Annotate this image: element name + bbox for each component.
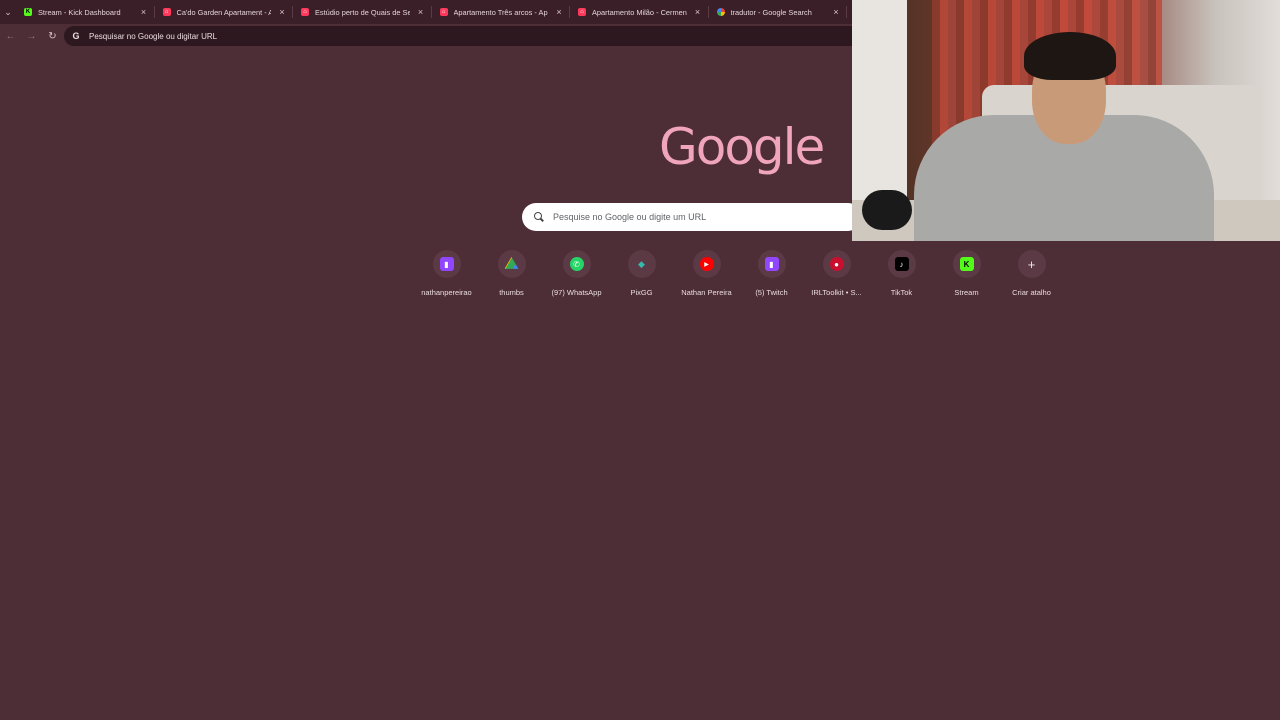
youtube-icon: ▶ bbox=[699, 257, 714, 271]
shortcut-label: Nathan Pereira bbox=[681, 288, 732, 297]
close-icon[interactable]: × bbox=[831, 7, 841, 17]
shortcut-label: TikTok bbox=[890, 288, 913, 297]
shortcut-label: nathanpereirao bbox=[421, 288, 472, 297]
shortcut-label: PixGG bbox=[630, 288, 653, 297]
shortcut-icon-holder: ✆ bbox=[562, 250, 591, 278]
shortcut-twitch[interactable]: ▮ (5) Twitch bbox=[739, 250, 804, 305]
kick-icon: K bbox=[24, 8, 32, 16]
shortcut-label: Criar atalho bbox=[1012, 288, 1051, 297]
close-icon[interactable]: × bbox=[416, 7, 426, 17]
tab-title: Stream - Kick Dashboard bbox=[38, 7, 121, 17]
shortcut-label: (97) WhatsApp bbox=[551, 288, 602, 297]
webcam-overlay bbox=[852, 0, 1280, 241]
kick-icon: K bbox=[959, 257, 974, 271]
tab-title: Apartamento Milão - Cermenat bbox=[592, 7, 687, 17]
shortcut-label: thumbs bbox=[499, 288, 524, 297]
shortcut-nathanpereirao[interactable]: ▮ nathanpereirao bbox=[414, 250, 479, 305]
microphone-icon bbox=[862, 190, 912, 230]
shortcut-nathan-pereira[interactable]: ▶ Nathan Pereira bbox=[674, 250, 739, 305]
shortcut-thumbs[interactable]: thumbs bbox=[479, 250, 544, 305]
shortcut-whatsapp[interactable]: ✆ (97) WhatsApp bbox=[544, 250, 609, 305]
shortcut-label: (5) Twitch bbox=[755, 288, 788, 297]
tab-kick-dashboard[interactable]: K Stream - Kick Dashboard × bbox=[16, 0, 155, 24]
shortcut-stream[interactable]: K Stream bbox=[934, 250, 999, 305]
shortcut-icon-holder: ♪ bbox=[887, 250, 916, 278]
pixgg-icon: ◆ bbox=[638, 258, 645, 269]
shortcut-icon-holder: K bbox=[952, 250, 981, 278]
shortcut-icon-holder: ▶ bbox=[692, 250, 721, 278]
shortcut-icon-holder: + bbox=[1017, 250, 1046, 278]
shortcut-icon-holder: ◆ bbox=[627, 250, 656, 278]
whatsapp-icon: ✆ bbox=[569, 257, 584, 271]
shortcut-irltoolkit[interactable]: ● IRLToolkit • S... bbox=[804, 250, 869, 305]
shortcut-tiktok[interactable]: ♪ TikTok bbox=[869, 250, 934, 305]
back-icon[interactable]: ← bbox=[0, 24, 21, 48]
forward-icon[interactable]: → bbox=[21, 24, 42, 48]
airbnb-icon: ⌂ bbox=[578, 8, 586, 16]
tab-search-icon[interactable]: ⌄ bbox=[0, 0, 16, 24]
tab-title: Ca'do Garden Apartament - Ap bbox=[176, 7, 272, 17]
shortcut-label: Stream bbox=[954, 288, 979, 297]
tab-title: Estúdio perto de Quais de Sein bbox=[315, 7, 410, 17]
irltoolkit-icon: ● bbox=[829, 257, 844, 271]
airbnb-icon: ⌂ bbox=[301, 8, 309, 16]
close-icon[interactable]: × bbox=[693, 7, 703, 17]
google-icon bbox=[716, 8, 725, 16]
google-drive-icon bbox=[504, 257, 519, 269]
shortcut-icon-holder: ▮ bbox=[432, 250, 461, 278]
tab-title: Apartamento Três arcos - Apar bbox=[453, 7, 549, 17]
shortcut-add[interactable]: + Criar atalho bbox=[999, 250, 1064, 305]
reload-icon[interactable]: ↻ bbox=[42, 24, 63, 48]
google-logo: Google bbox=[659, 118, 825, 176]
shortcut-icon-holder: ● bbox=[822, 250, 851, 278]
close-icon[interactable]: × bbox=[554, 7, 564, 17]
tiktok-icon: ♪ bbox=[894, 257, 909, 271]
twitch-icon: ▮ bbox=[439, 257, 454, 271]
tab-title: tradutor - Google Search bbox=[730, 7, 812, 17]
search-box[interactable] bbox=[522, 203, 862, 231]
close-icon[interactable]: × bbox=[277, 7, 287, 17]
tab-airbnb-2[interactable]: ⌂ Estúdio perto de Quais de Sein × bbox=[293, 0, 432, 24]
shortcuts-grid: ▮ nathanpereirao thumbs ✆ (97) WhatsApp … bbox=[414, 250, 1064, 305]
close-icon[interactable]: × bbox=[139, 7, 149, 17]
shortcut-icon-holder: ▮ bbox=[757, 250, 786, 278]
tab-airbnb-3[interactable]: ⌂ Apartamento Três arcos - Apar × bbox=[432, 0, 571, 24]
tab-airbnb-4[interactable]: ⌂ Apartamento Milão - Cermenat × bbox=[570, 0, 709, 24]
shortcut-label: IRLToolkit • S... bbox=[811, 288, 862, 297]
tab-google-search[interactable]: tradutor - Google Search × bbox=[709, 0, 848, 24]
airbnb-icon: ⌂ bbox=[439, 8, 448, 16]
search-input[interactable] bbox=[553, 212, 833, 222]
search-icon bbox=[534, 212, 544, 222]
address-bar-text: Pesquisar no Google ou digitar URL bbox=[89, 31, 218, 41]
browser-window: ⌄ K Stream - Kick Dashboard × ⌂ Ca'do Ga… bbox=[0, 0, 1280, 720]
airbnb-icon: ⌂ bbox=[162, 8, 171, 16]
twitch-icon: ▮ bbox=[764, 257, 779, 271]
shortcut-pixgg[interactable]: ◆ PixGG bbox=[609, 250, 674, 305]
shortcut-icon-holder bbox=[497, 250, 526, 278]
google-g-icon: G bbox=[72, 31, 80, 41]
plus-icon: + bbox=[1027, 256, 1036, 272]
webcam-person-hair bbox=[1024, 32, 1116, 80]
tab-airbnb-1[interactable]: ⌂ Ca'do Garden Apartament - Ap × bbox=[155, 0, 294, 24]
